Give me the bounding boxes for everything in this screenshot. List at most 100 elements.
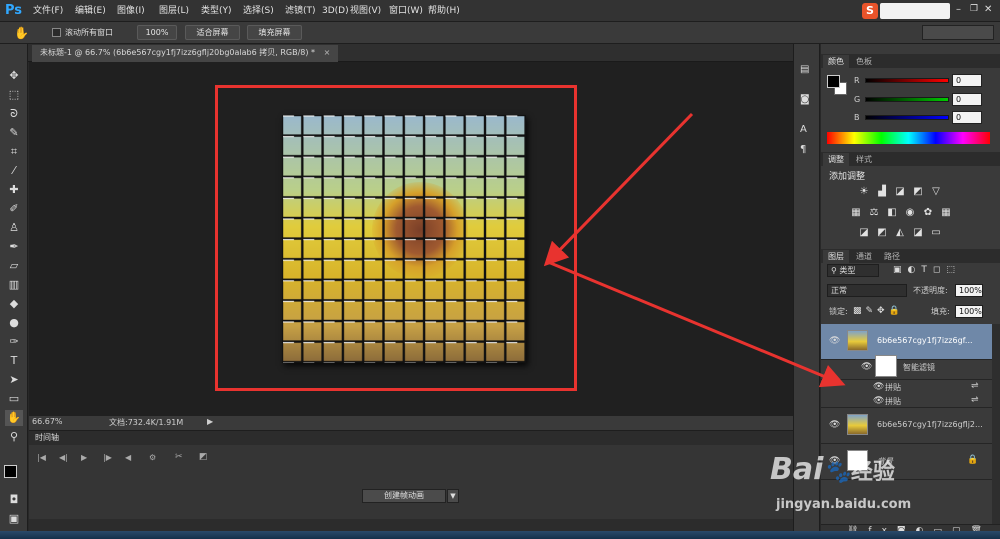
scroll-all-checkbox[interactable] — [52, 28, 61, 37]
visibility-eye-icon[interactable]: 👁 — [829, 420, 840, 430]
filter-row-tile-1[interactable]: 👁 拼贴 ⇌ — [821, 380, 992, 394]
channel-b-value[interactable]: 0 — [952, 111, 982, 124]
blend-mode-dropdown[interactable]: 正常 — [827, 284, 907, 297]
vibrance-icon[interactable]: ▽ — [930, 186, 942, 197]
screen-mode-icon[interactable]: ▣ — [5, 511, 23, 527]
layer-filter-dropdown[interactable]: ⚲ 类型 — [827, 264, 879, 277]
visibility-eye-icon[interactable]: 👁 — [873, 382, 884, 392]
history-brush-tool-icon[interactable]: ✒ — [5, 239, 23, 255]
zoom-100-button[interactable]: 100% — [137, 25, 177, 40]
fit-screen-button[interactable]: 适合屏幕 — [185, 25, 240, 40]
play-icon[interactable]: ▶ — [81, 453, 87, 462]
menu-item[interactable]: 帮助(H) — [428, 4, 460, 18]
status-menu-arrow-icon[interactable]: ▶ — [207, 417, 213, 426]
layer-row-original[interactable]: 👁 6b6e567cgy1fj7izz6gflj2... — [821, 408, 992, 444]
create-dropdown-icon[interactable]: ▼ — [447, 489, 459, 503]
channel-r-value[interactable]: 0 — [952, 74, 982, 87]
pen-tool-icon[interactable]: ✑ — [5, 334, 23, 350]
filter-row-tile-2[interactable]: 👁 拼贴 ⇌ — [821, 394, 992, 408]
tab-swatches[interactable]: 色板 — [851, 55, 877, 68]
threshold-icon[interactable]: ◭ — [894, 227, 906, 238]
restore-icon[interactable]: ❐ — [970, 4, 982, 16]
ime-s-icon[interactable]: S — [862, 3, 878, 19]
fill-screen-button[interactable]: 填充屏幕 — [247, 25, 302, 40]
exposure-icon[interactable]: ◩ — [912, 186, 924, 197]
menu-item[interactable]: 类型(Y) — [201, 4, 232, 18]
channel-g-slider[interactable] — [865, 97, 949, 102]
eraser-tool-icon[interactable]: ▱ — [5, 258, 23, 274]
timeline-tab[interactable]: 时间轴 — [35, 432, 59, 443]
layer-filter-icons[interactable]: ▣◐T◻⬚ — [893, 265, 993, 277]
menu-item[interactable]: 图像(I) — [117, 4, 145, 18]
filter-options-icon[interactable]: ⇌ — [971, 395, 979, 405]
curves-icon[interactable]: ◪ — [894, 186, 906, 197]
audio-icon[interactable]: ◀ — [125, 453, 131, 462]
channel-r-slider[interactable] — [865, 78, 949, 83]
color-spectrum-bar[interactable] — [827, 132, 990, 144]
move-tool-icon[interactable]: ✥ — [5, 68, 23, 84]
hand-tool-icon[interactable]: ✋ — [14, 25, 30, 41]
color-fg-swatch[interactable] — [827, 75, 840, 88]
rectangle-tool-icon[interactable]: ▭ — [5, 391, 23, 407]
visibility-eye-icon[interactable]: 👁 — [873, 396, 884, 406]
prev-frame-icon[interactable]: ◀| — [59, 453, 68, 462]
channel-b-slider[interactable] — [865, 115, 949, 120]
levels-icon[interactable]: ▟ — [876, 186, 888, 197]
menu-item[interactable]: 3D(D) — [322, 4, 349, 18]
quick-select-tool-icon[interactable]: ✎ — [5, 125, 23, 141]
foreground-color-swatch[interactable] — [4, 465, 17, 478]
visibility-eye-icon[interactable]: 👁 — [861, 362, 872, 372]
tab-styles[interactable]: 样式 — [851, 153, 877, 166]
tab-channels[interactable]: 通道 — [851, 250, 877, 263]
gradient-map-icon[interactable]: ▭ — [930, 227, 942, 238]
hand-tool-active-icon[interactable]: ✋ — [5, 410, 23, 426]
minimize-icon[interactable]: – — [956, 4, 968, 16]
ime-toolbar[interactable] — [880, 3, 950, 19]
tab-paths[interactable]: 路径 — [879, 250, 905, 263]
filter-options-icon[interactable]: ⇌ — [971, 381, 979, 391]
menu-item[interactable]: 图层(L) — [159, 4, 189, 18]
settings-icon[interactable]: ⚙ — [149, 453, 156, 462]
quick-mask-icon[interactable]: ◘ — [5, 492, 23, 508]
menu-item[interactable]: 窗口(W) — [389, 4, 423, 18]
color-balance-icon[interactable]: ⚖ — [868, 207, 880, 218]
visibility-eye-icon[interactable]: 👁 — [829, 336, 840, 346]
marquee-tool-icon[interactable]: ⬚ — [5, 87, 23, 103]
menu-item[interactable]: 编辑(E) — [75, 4, 106, 18]
eyedropper-tool-icon[interactable]: ⁄ — [5, 163, 23, 179]
type-tool-icon[interactable]: T — [5, 353, 23, 369]
fill-value[interactable]: 100% — [955, 305, 983, 318]
hue-saturation-icon[interactable]: ▦ — [850, 207, 862, 218]
tab-layers[interactable]: 图层 — [823, 250, 849, 263]
opacity-value[interactable]: 100% — [955, 284, 983, 297]
layer-row-smart-filters[interactable]: 👁 智能滤镜 — [821, 352, 992, 380]
menu-item[interactable]: 文件(F) — [33, 4, 63, 18]
channel-g-value[interactable]: 0 — [952, 93, 982, 106]
tab-adjustments[interactable]: 调整 — [823, 153, 849, 166]
paragraph-panel-icon[interactable]: ¶ — [800, 144, 814, 158]
lock-icons[interactable]: ▩✎✥🔒 — [853, 306, 911, 318]
color-lookup-icon[interactable]: ▦ — [940, 207, 952, 218]
workspace-switcher[interactable] — [922, 25, 994, 40]
menu-item[interactable]: 视图(V) — [350, 4, 381, 18]
lasso-tool-icon[interactable]: ᘐ — [5, 106, 23, 122]
properties-panel-icon[interactable]: ◙ — [800, 94, 814, 108]
layers-scrollbar[interactable] — [992, 324, 1000, 524]
crop-tool-icon[interactable]: ⌗ — [5, 144, 23, 160]
brightness-icon[interactable]: ☀ — [858, 186, 870, 197]
transition-icon[interactable]: ◩ — [199, 452, 208, 462]
black-white-icon[interactable]: ◧ — [886, 207, 898, 218]
menu-item[interactable]: 滤镜(T) — [285, 4, 316, 18]
channel-mixer-icon[interactable]: ✿ — [922, 207, 934, 218]
healing-brush-tool-icon[interactable]: ✚ — [5, 182, 23, 198]
clone-stamp-tool-icon[interactable]: ♙ — [5, 220, 23, 236]
selective-color-icon[interactable]: ◪ — [912, 227, 924, 238]
history-panel-icon[interactable]: ▤ — [800, 64, 814, 78]
photo-filter-icon[interactable]: ◉ — [904, 207, 916, 218]
tab-color[interactable]: 颜色 — [823, 55, 849, 68]
close-tab-icon[interactable]: × — [324, 48, 331, 57]
create-frame-animation-button[interactable]: 创建帧动画 — [362, 489, 446, 503]
posterize-icon[interactable]: ◩ — [876, 227, 888, 238]
brush-tool-icon[interactable]: ✐ — [5, 201, 23, 217]
split-icon[interactable]: ✂ — [175, 452, 183, 462]
